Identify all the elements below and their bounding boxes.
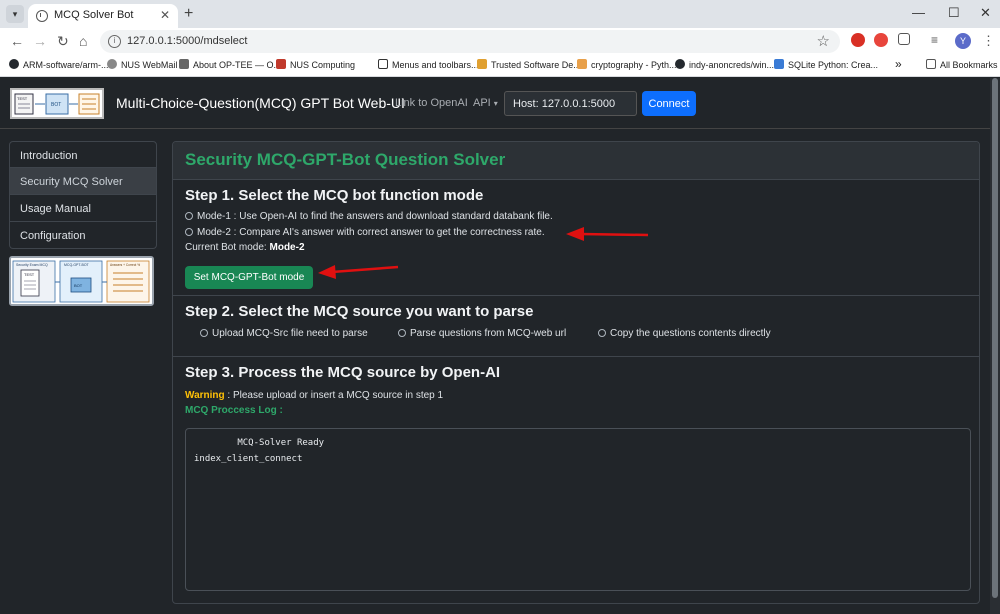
- step2-heading: Step 2. Select the MCQ source you want t…: [185, 303, 534, 320]
- logo-graphic: TEST BOT: [14, 93, 100, 115]
- diagram-label-answers: Answers + Correct %: [110, 263, 140, 267]
- square-icon: [378, 59, 388, 69]
- diagram-label-exam: Security Exam MCQ: [16, 263, 48, 267]
- bookmark-item[interactable]: NUS WebMail: [107, 59, 177, 70]
- step3-heading: Step 3. Process the MCQ source by Open-A…: [185, 364, 501, 381]
- sidebar-item-usage-manual[interactable]: Usage Manual: [9, 195, 157, 222]
- current-mode-value: Mode-2: [269, 242, 305, 253]
- all-bookmarks[interactable]: All Bookmarks: [926, 59, 998, 70]
- url-text[interactable]: 127.0.0.1:5000/mdselect: [127, 35, 247, 47]
- mcq-solver-card: Security MCQ-GPT-Bot Question Solver Ste…: [172, 141, 980, 604]
- api-dropdown[interactable]: API ▾: [473, 97, 498, 109]
- scrollbar-thumb[interactable]: [992, 78, 998, 598]
- source-copy-radio[interactable]: Copy the questions contents directly: [598, 328, 771, 339]
- address-bar[interactable]: i 127.0.0.1:5000/mdselect ☆: [100, 30, 840, 53]
- browser-tab[interactable]: MCQ Solver Bot ✕: [28, 4, 178, 28]
- bookmark-item[interactable]: Menus and toolbars...: [378, 59, 479, 70]
- radio-circle[interactable]: [185, 228, 193, 236]
- radio-circle[interactable]: [398, 329, 406, 337]
- process-log-textarea[interactable]: MCQ-Solver Ready index_client_connect: [185, 428, 971, 591]
- bookmark-item[interactable]: Trusted Software De...: [477, 59, 581, 70]
- more-bookmarks-icon[interactable]: »: [895, 57, 902, 71]
- sidebar-item-introduction[interactable]: Introduction: [9, 141, 157, 168]
- clock-icon: [36, 10, 48, 22]
- warning-label: Warning: [185, 390, 225, 401]
- bookmark-item[interactable]: NUS Computing: [276, 59, 355, 70]
- forward-icon[interactable]: →: [33, 33, 47, 49]
- mode2-radio[interactable]: Mode-2 : Compare AI's answer with correc…: [185, 227, 545, 238]
- browser-toolbar: ← → ↻ ⌂ i 127.0.0.1:5000/mdselect ☆ ≡ Y …: [0, 28, 1000, 55]
- logo-bot-label: BOT: [51, 102, 61, 108]
- bookmark-item[interactable]: SQLite Python: Crea...: [774, 59, 878, 70]
- warning-message: Warning : Please upload or insert a MCQ …: [185, 390, 444, 401]
- bookmark-item[interactable]: About OP-TEE — O...: [179, 59, 281, 70]
- home-icon[interactable]: ⌂: [79, 33, 87, 49]
- bookmark-item[interactable]: cryptography - Pyth...: [577, 59, 677, 70]
- caret-down-icon: ▾: [493, 99, 498, 108]
- tab-search-icon[interactable]: ▾: [6, 5, 24, 23]
- site-info-icon[interactable]: i: [108, 35, 121, 48]
- log-line: index_client_connect: [194, 454, 303, 464]
- current-bot-mode: Current Bot mode: Mode-2: [185, 242, 305, 253]
- stackoverflow-icon: [577, 59, 587, 69]
- menu-dots-icon[interactable]: ⋮: [982, 33, 995, 49]
- bookmarks-bar: ARM-software/arm-... NUS WebMail About O…: [0, 55, 1000, 77]
- sidebar-item-configuration[interactable]: Configuration: [9, 222, 157, 249]
- nus-icon: [276, 59, 286, 69]
- diagram-label-bot: MCQ-GPT-BOT: [64, 263, 90, 267]
- workflow-diagram: Security Exam MCQ TEST MCQ-GPT-BOT BOT A…: [11, 258, 152, 304]
- bookmark-item[interactable]: ARM-software/arm-...: [9, 59, 109, 70]
- source-upload-radio[interactable]: Upload MCQ-Src file need to parse: [200, 328, 368, 339]
- extensions-puzzle-icon[interactable]: [898, 33, 910, 45]
- folder-icon: [926, 59, 936, 69]
- github-icon: [675, 59, 685, 69]
- sidebar-diagram-image: Security Exam MCQ TEST MCQ-GPT-BOT BOT A…: [9, 256, 154, 306]
- card-header: Security MCQ-GPT-Bot Question Solver: [173, 142, 979, 180]
- radio-circle[interactable]: [200, 329, 208, 337]
- new-tab-icon[interactable]: +: [184, 5, 193, 23]
- media-icon[interactable]: ≡: [931, 33, 938, 47]
- browser-tabstrip: ▾ MCQ Solver Bot ✕ + — ☐ ✕: [0, 0, 1000, 28]
- step2-section: Step 2. Select the MCQ source you want t…: [173, 295, 979, 356]
- reload-icon[interactable]: ↻: [57, 33, 69, 50]
- minimize-icon[interactable]: —: [912, 5, 925, 20]
- page-title: Security MCQ-GPT-Bot Question Solver: [185, 150, 506, 169]
- bookmark-item[interactable]: indy-anoncreds/win...: [675, 59, 774, 70]
- connect-button[interactable]: Connect: [642, 91, 696, 116]
- profile-avatar[interactable]: Y: [955, 33, 971, 49]
- diagram-label-test: TEST: [24, 272, 35, 277]
- process-log-label: MCQ Proccess Log :: [185, 405, 283, 416]
- tab-title: MCQ Solver Bot: [54, 9, 134, 21]
- github-icon: [9, 59, 19, 69]
- sqlite-icon: [774, 59, 784, 69]
- app-title: Multi-Choice-Question(MCQ) GPT Bot Web-U…: [116, 95, 405, 111]
- log-line: MCQ-Solver Ready: [194, 438, 325, 448]
- back-icon[interactable]: ←: [10, 33, 24, 49]
- radio-circle[interactable]: [598, 329, 606, 337]
- sidebar-item-security-mcq-solver[interactable]: Security MCQ Solver: [9, 168, 157, 195]
- globe-icon: [107, 59, 117, 69]
- set-bot-mode-button[interactable]: Set MCQ-GPT-Bot mode: [185, 266, 313, 289]
- logo-test-label: TEST: [17, 96, 28, 101]
- diagram-label-bot-box: BOT: [74, 283, 83, 288]
- bookmark-star-icon[interactable]: ☆: [817, 32, 830, 50]
- mode1-radio[interactable]: Mode-1 : Use Open-AI to find the answers…: [185, 211, 553, 222]
- link-to-openai[interactable]: Link to OpenAI: [395, 97, 468, 109]
- step1-heading: Step 1. Select the MCQ bot function mode: [185, 187, 484, 204]
- host-input[interactable]: [504, 91, 637, 116]
- page-scrollbar[interactable]: [990, 78, 1000, 614]
- app-logo[interactable]: TEST BOT: [10, 88, 104, 119]
- app-navbar: TEST BOT Multi-Choice-Question(MCQ) GPT …: [0, 78, 1000, 129]
- source-url-radio[interactable]: Parse questions from MCQ-web url: [398, 328, 566, 339]
- trusted-icon: [477, 59, 487, 69]
- document-icon: [179, 59, 189, 69]
- sidebar-nav: Introduction Security MCQ Solver Usage M…: [9, 141, 157, 249]
- maximize-icon[interactable]: ☐: [948, 5, 960, 21]
- extension-stop-icon[interactable]: [851, 33, 865, 47]
- close-tab-icon[interactable]: ✕: [160, 8, 170, 22]
- extension-flash-icon[interactable]: [874, 33, 888, 47]
- radio-circle[interactable]: [185, 212, 193, 220]
- close-window-icon[interactable]: ✕: [980, 5, 991, 21]
